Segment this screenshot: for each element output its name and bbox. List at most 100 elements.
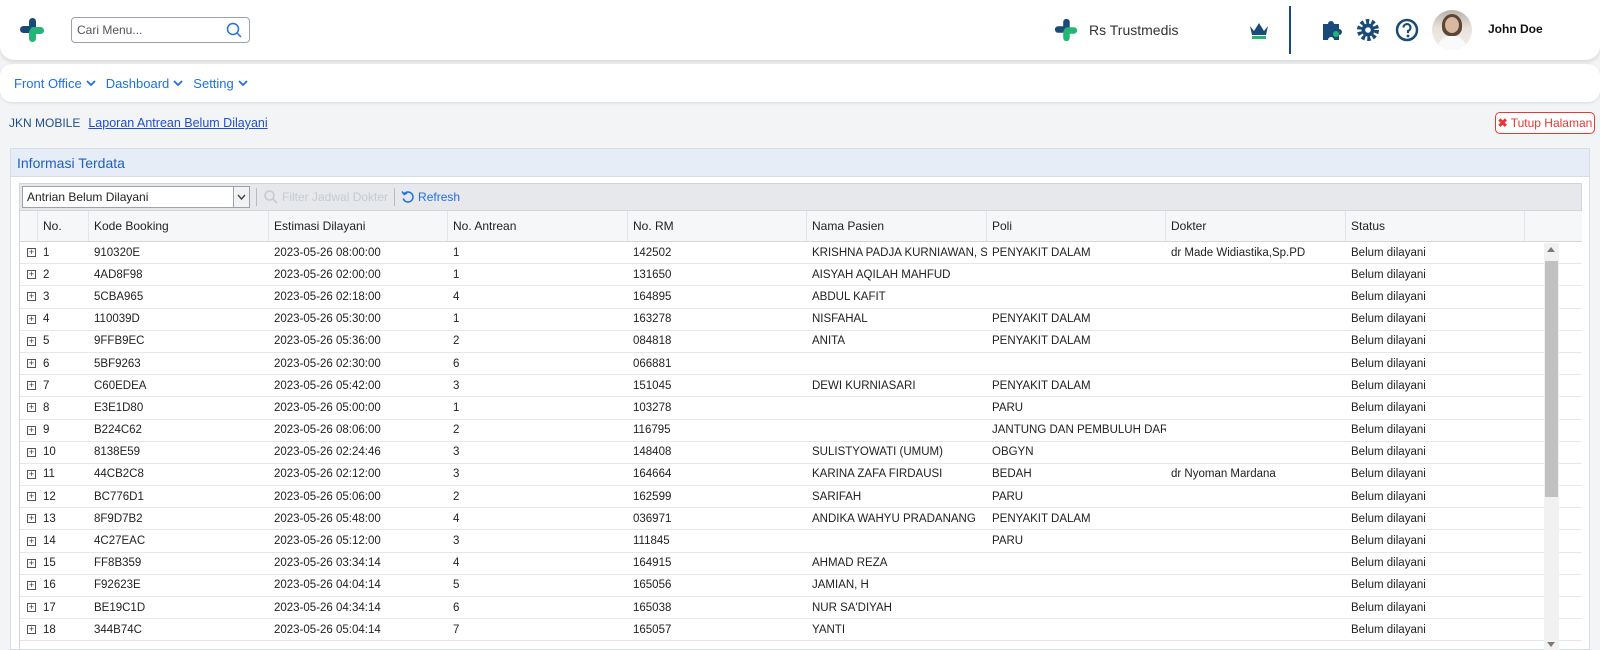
scrollbar-thumb[interactable] <box>1545 261 1558 497</box>
cell-poli <box>987 619 1166 640</box>
menu-search-input[interactable] <box>72 18 217 42</box>
dropdown-arrow-icon[interactable] <box>233 187 249 207</box>
expand-row-icon[interactable]: + <box>20 264 38 285</box>
expand-row-icon[interactable]: + <box>20 375 38 396</box>
column-header[interactable]: Status <box>1346 211 1525 241</box>
menu-label: Setting <box>193 75 234 91</box>
cell-dokter <box>1166 442 1346 463</box>
expand-row-icon[interactable]: + <box>20 442 38 463</box>
user-avatar[interactable] <box>1432 10 1472 50</box>
table-row[interactable]: +4 110039D 2023-05-26 05:30:00 1 163278 NISFA… <box>20 309 1582 331</box>
expand-row-icon[interactable]: + <box>20 486 38 507</box>
table-row[interactable]: +6 5BF9263 2023-05-26 02:30:00 6 066881 Belum… <box>20 353 1582 376</box>
column-header[interactable]: No. RM <box>628 211 807 241</box>
cell-estimasi: 2023-05-26 02:30:00 <box>274 357 381 370</box>
cell-status: Belum dilayani <box>1351 357 1426 370</box>
scroll-down-arrow-icon[interactable] <box>1547 642 1555 647</box>
cell-estimasi: 2023-05-26 05:42:00 <box>274 379 381 392</box>
help-icon[interactable] <box>1394 17 1420 43</box>
table-row[interactable]: +11 44CB2C8 2023-05-26 02:12:00 3 164664 KARI… <box>20 464 1582 487</box>
status-filter-select[interactable]: Antrian Belum Dilayani <box>22 186 250 208</box>
expand-row-icon[interactable]: + <box>20 420 38 441</box>
cell-no: 2 <box>43 268 50 281</box>
column-header[interactable]: Estimasi Dilayani <box>269 211 448 241</box>
cell-kode-booking: FF8B359 <box>94 557 142 570</box>
scroll-up-arrow-icon[interactable] <box>1547 247 1555 252</box>
table-row[interactable]: +2 4AD8F98 2023-05-26 02:00:00 1 131650 AISYA… <box>20 264 1582 287</box>
table-row[interactable]: +17 BE19C1D 2023-05-26 04:34:14 6 165038 NUR … <box>20 597 1582 620</box>
expand-row-icon[interactable]: + <box>20 508 38 529</box>
table-row[interactable]: +3 5CBA965 2023-05-26 02:18:00 4 164895 ABDUL… <box>20 286 1582 309</box>
table-row[interactable]: +12 BC776D1 2023-05-26 05:06:00 2 162599 SARI… <box>20 486 1582 509</box>
table-row[interactable]: +9 B224C62 2023-05-26 08:06:00 2 116795 JANTU… <box>20 420 1582 442</box>
cell-estimasi: 2023-05-26 05:04:14 <box>274 623 381 636</box>
expand-row-icon[interactable]: + <box>20 309 38 330</box>
expand-row-icon[interactable]: + <box>20 553 38 574</box>
table-row[interactable]: +18 344B74C 2023-05-26 05:04:14 7 165057 YANT… <box>20 619 1582 642</box>
breadcrumb-current[interactable]: Laporan Antrean Belum Dilayani <box>88 116 267 130</box>
close-page-button[interactable]: ✖ Tutup Halaman <box>1495 112 1595 134</box>
cell-poli <box>987 597 1166 618</box>
cell-estimasi: 2023-05-26 05:48:00 <box>274 512 381 525</box>
cell-dokter <box>1166 420 1346 441</box>
cell-poli <box>987 553 1166 574</box>
crown-icon[interactable] <box>1248 19 1270 41</box>
menu-setting[interactable]: Setting <box>193 75 248 91</box>
cell-dokter: dr Made Widiastika,Sp.PD <box>1171 246 1306 259</box>
cell-no: 9 <box>43 424 50 437</box>
column-header[interactable]: Kode Booking <box>89 211 269 241</box>
cell-estimasi: 2023-05-26 08:06:00 <box>274 424 381 437</box>
expand-row-icon[interactable]: + <box>20 597 38 618</box>
menu-dashboard[interactable]: Dashboard <box>106 76 184 91</box>
table-row[interactable]: +8 E3E1D80 2023-05-26 05:00:00 1 103278 PARU B… <box>20 397 1582 420</box>
expand-row-icon[interactable]: + <box>20 619 38 640</box>
table-row[interactable]: +7 C60EDEA 2023-05-26 05:42:00 3 151045 DEWI … <box>20 375 1582 398</box>
cell-poli: PENYAKIT DALAM <box>992 379 1091 392</box>
expand-row-icon[interactable]: + <box>20 397 38 418</box>
expand-row-icon[interactable]: + <box>20 286 38 307</box>
column-header[interactable]: No. Antrean <box>448 211 628 241</box>
cell-estimasi: 2023-05-26 05:12:00 <box>274 535 381 548</box>
cell-poli <box>987 264 1166 285</box>
column-header[interactable]: Dokter <box>1166 211 1346 241</box>
refresh-button[interactable]: Refresh <box>401 190 460 204</box>
column-header[interactable]: No. <box>38 211 89 241</box>
table-row[interactable]: +5 9FFB9EC 2023-05-26 05:36:00 2 084818 ANITA… <box>20 331 1582 353</box>
cell-no-rm: 116795 <box>633 424 671 437</box>
expand-row-icon[interactable]: + <box>20 464 38 485</box>
magnifier-icon <box>264 190 278 204</box>
menu-front-office[interactable]: Front Office <box>14 76 96 91</box>
expand-row-icon[interactable]: + <box>20 242 38 263</box>
table-row[interactable]: +14 4C27EAC 2023-05-26 05:12:00 3 111845 PARU… <box>20 530 1582 553</box>
cell-no-rm: 103278 <box>633 401 672 414</box>
table-row[interactable]: +15 FF8B359 2023-05-26 03:34:14 4 164915 AHMA… <box>20 553 1582 575</box>
cell-nama-pasien: AHMAD REZA <box>812 557 888 570</box>
header-divider <box>1289 6 1291 54</box>
menu-label: Front Office <box>14 75 82 91</box>
table-row[interactable]: +13 8F9D7B2 2023-05-26 05:48:00 4 036971 ANDI… <box>20 508 1582 531</box>
column-header[interactable]: Poli <box>987 211 1166 241</box>
menu-label: Dashboard <box>105 75 170 91</box>
user-name[interactable]: John Doe <box>1488 22 1543 36</box>
brand-logo-icon[interactable] <box>18 16 46 44</box>
cell-no-antrean: 7 <box>453 623 460 636</box>
puzzle-icon[interactable] <box>1318 17 1344 43</box>
cell-estimasi: 2023-05-26 05:06:00 <box>274 490 381 503</box>
search-icon[interactable] <box>225 21 243 39</box>
table-row[interactable]: +10 8138E59 2023-05-26 02:24:46 3 148408 SULI… <box>20 442 1582 464</box>
expand-row-icon[interactable]: + <box>20 575 38 596</box>
table-row[interactable]: +16 F92623E 2023-05-26 04:04:14 5 165056 JAMI… <box>20 575 1582 597</box>
cell-no: 7 <box>43 379 50 392</box>
expand-row-icon[interactable]: + <box>20 353 38 374</box>
breadcrumb-root[interactable]: JKN MOBILE <box>9 116 80 130</box>
filter-doctor-button[interactable]: Filter Jadwal Dokter <box>263 189 388 205</box>
table-row[interactable]: +1 910320E 2023-05-26 08:00:00 1 142502 KRISH… <box>20 242 1582 265</box>
column-header[interactable]: Nama Pasien <box>807 211 987 241</box>
expand-row-icon[interactable]: + <box>20 530 38 551</box>
cell-nama-pasien <box>807 530 987 551</box>
gear-icon[interactable] <box>1355 17 1381 43</box>
grid-scrollbar[interactable] <box>1544 243 1559 650</box>
cell-status: Belum dilayani <box>1351 512 1426 525</box>
expand-row-icon[interactable]: + <box>20 331 38 352</box>
menu-search <box>71 17 250 43</box>
